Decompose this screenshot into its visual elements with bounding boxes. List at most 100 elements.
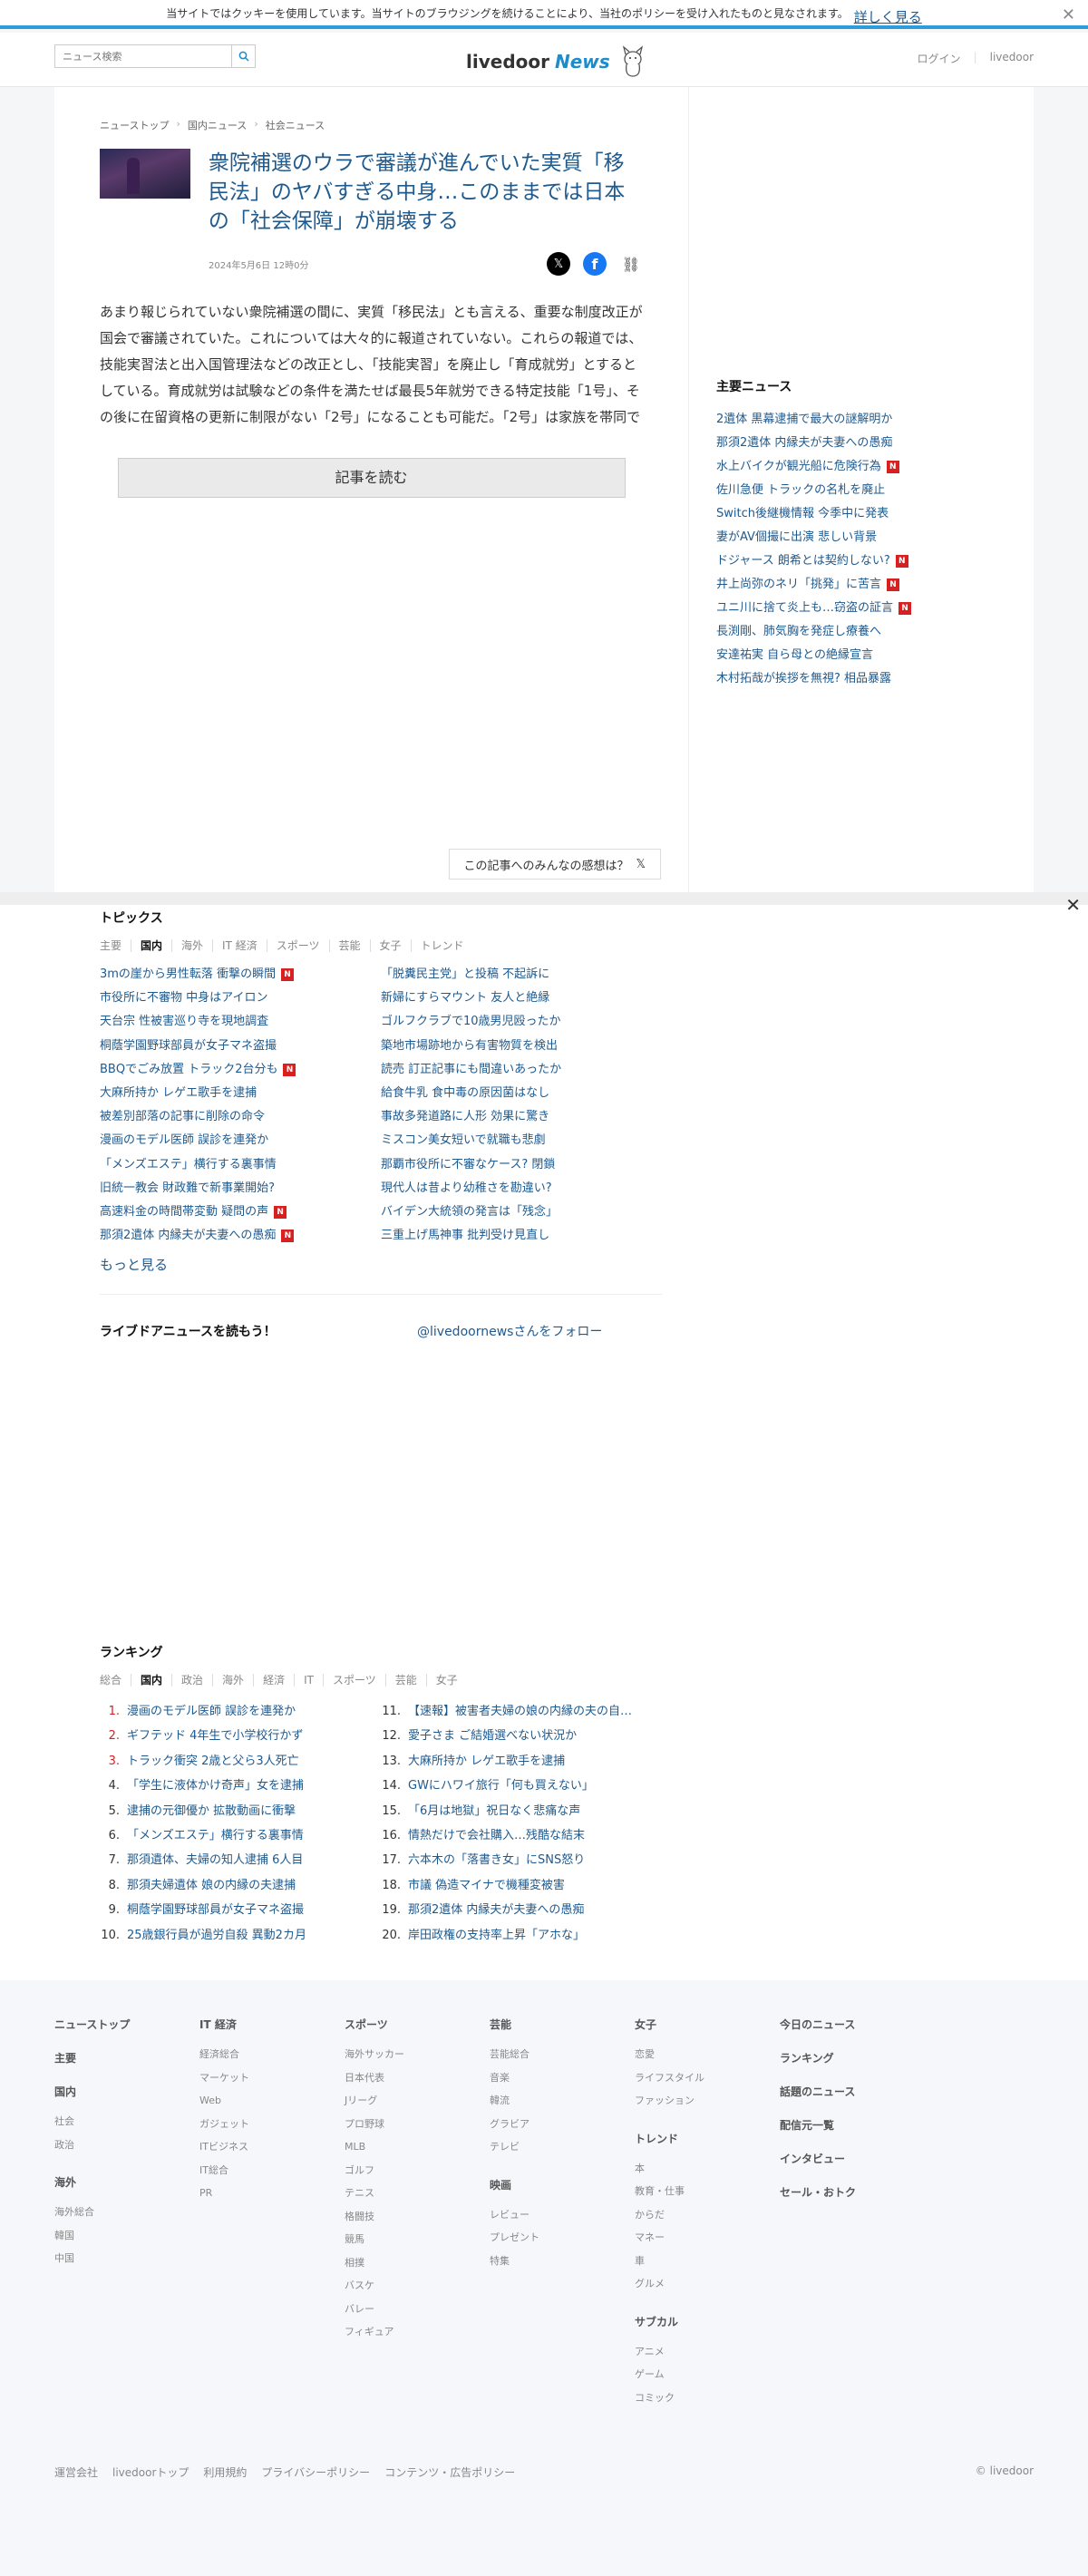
footer-link[interactable]: 日本代表 [345,2066,490,2090]
ranking-item[interactable]: 16. 情熱だけで会社購入…残酷な結末 [381,1823,662,1848]
footer-heading[interactable]: IT 経済 [199,2017,345,2032]
footer-link[interactable]: 相撲 [345,2251,490,2275]
topic-item[interactable]: 被差別部落の記事に削除の命令 [100,1105,381,1129]
ranking-item[interactable]: 12. 愛子さま ご結婚選べない状況か [381,1724,662,1748]
footer-link[interactable]: プレゼント [490,2226,635,2250]
footer-heading[interactable]: セール・おトク [780,2184,925,2200]
read-article-button[interactable]: 記事を読む [117,458,626,498]
ranking-item[interactable]: 18. 市議 偽造マイナで機種変被害 [381,1873,662,1898]
topic-item[interactable]: 「脱糞民主党」と投稿 不起訴に [381,963,662,987]
topic-item[interactable]: 給食牛乳 食中毒の原因菌はなし [381,1082,662,1105]
topics-tab[interactable]: 女子 [371,939,412,952]
side-news-item[interactable]: 安達祐実 自ら母との絶縁宣言 [716,644,1006,667]
link-copy-icon[interactable]: ⛓ [619,252,643,276]
footer-link[interactable]: 恋愛 [635,2043,780,2066]
side-news-item[interactable]: 井上尚弥のネリ「挑発」に苦言 N [716,573,1006,597]
search-icon[interactable] [231,45,255,67]
footer-link[interactable]: マーケット [199,2066,345,2090]
footer-heading[interactable]: 海外 [54,2174,199,2190]
footer-heading[interactable]: 主要 [54,2050,199,2066]
side-news-item[interactable]: Switch後継機情報 今季中に発表 [716,502,1006,526]
topic-item[interactable]: 那須2遺体 内縁夫が夫妻への愚痴 N [100,1224,381,1248]
footer-link[interactable]: レビュー [490,2203,635,2227]
topic-item[interactable]: 大麻所持か レゲエ歌手を逮捕 [100,1082,381,1105]
topic-item[interactable]: 桐蔭学園野球部員が女子マネ盗撮 [100,1035,381,1058]
ranking-item[interactable]: 20. 岸田政権の支持率上昇「アホな」 [381,1923,662,1948]
ranking-item[interactable]: 13. 大麻所持か レゲエ歌手を逮捕 [381,1749,662,1774]
footer-link[interactable]: ライフスタイル [635,2066,780,2090]
footer-heading[interactable]: 話題のニュース [780,2084,925,2099]
footer-bottom-link[interactable]: 利用規約 [203,2464,247,2480]
side-news-item[interactable]: 妻がAV個撮に出演 悲しい背景 [716,526,1006,549]
topics-tab[interactable]: スポーツ [267,939,330,952]
ranking-tab[interactable]: 芸能 [386,1674,427,1687]
footer-heading[interactable]: 映画 [490,2177,635,2192]
footer-link[interactable]: Jリーグ [345,2089,490,2113]
side-news-item[interactable]: 2遺体 黒幕逮捕で最大の謎解明か [716,408,1006,432]
topics-tab[interactable]: 国内 [131,939,173,952]
footer-link[interactable]: 中国 [54,2247,199,2270]
footer-heading[interactable]: サブカル [635,2314,780,2329]
x-share-icon[interactable]: 𝕏 [547,252,570,276]
footer-link[interactable]: グラビア [490,2113,635,2136]
close-icon[interactable]: ✕ [1062,5,1075,24]
topic-item[interactable]: バイデン大統領の発言は「残念」 [381,1201,662,1224]
ranking-item[interactable]: 1. 漫画のモデル医師 誤診を連発か [100,1699,381,1724]
livedoor-link[interactable]: livedoor [990,51,1034,66]
footer-link[interactable]: バレー [345,2298,490,2321]
footer-link[interactable]: グルメ [635,2272,780,2296]
ranking-item[interactable]: 5. 逮捕の元御優か 拡散動画に衝撃 [100,1799,381,1823]
ranking-tab[interactable]: 国内 [131,1674,173,1687]
footer-link[interactable]: ゴルフ [345,2159,490,2182]
topic-item[interactable]: 3mの崖から男性転落 衝撃の瞬間 N [100,963,381,987]
footer-link[interactable]: 海外総合 [54,2201,199,2224]
ranking-tab[interactable]: スポーツ [324,1674,386,1687]
footer-heading[interactable]: インタビュー [780,2151,925,2166]
ranking-item[interactable]: 15. 「6月は地獄」祝日なく悲痛な声 [381,1799,662,1823]
topic-item[interactable]: 三重上げ馬神事 批判受け見直し [381,1224,662,1248]
topic-item[interactable]: BBQでごみ放置 トラック2台分も N [100,1058,381,1082]
topic-item[interactable]: ミスコン美女短いで就職も悲劇 [381,1129,662,1152]
more-link[interactable]: もっと見る [100,1255,662,1274]
footer-link[interactable]: PR [199,2182,345,2205]
topics-tab[interactable]: 芸能 [330,939,371,952]
ranking-tab[interactable]: IT [295,1674,324,1687]
footer-link[interactable]: コミック [635,2386,780,2410]
footer-bottom-link[interactable]: プライバシーポリシー [261,2464,370,2480]
footer-link[interactable]: MLB [345,2135,490,2159]
side-news-item[interactable]: ユニ川に捨て炎上も…窃盗の証言 N [716,597,1006,620]
ranking-tab[interactable]: 女子 [427,1674,467,1687]
topic-item[interactable]: 旧統一教会 財政難で新事業開始? [100,1177,381,1201]
topics-tab[interactable]: IT 経済 [213,939,267,952]
footer-heading[interactable]: スポーツ [345,2017,490,2032]
topic-item[interactable]: 事故多発道路に人形 効果に驚き [381,1105,662,1129]
footer-link[interactable]: マネー [635,2226,780,2250]
footer-heading[interactable]: ランキング [780,2050,925,2066]
breadcrumb-item[interactable]: 社会ニュース [266,118,325,132]
ranking-item[interactable]: 2. ギフテッド 4年生で小学校行かず [100,1724,381,1748]
footer-link[interactable]: 韓国 [54,2224,199,2248]
side-news-item[interactable]: ドジャース 朗希とは契約しない? N [716,549,1006,573]
ranking-tab[interactable]: 総合 [100,1674,132,1687]
footer-link[interactable]: からだ [635,2203,780,2227]
search-input[interactable] [55,45,231,67]
topic-item[interactable]: 現代人は昔より幼稚さを勘違い? [381,1177,662,1201]
article-thumbnail[interactable] [100,149,190,199]
footer-link[interactable]: 競馬 [345,2228,490,2251]
article-title[interactable]: 衆院補選のウラで審議が進んでいた実質「移民法」のヤバすぎる中身…このままでは日本… [209,149,643,236]
topic-item[interactable]: 新婦にすらマウント 友人と絶縁 [381,987,662,1010]
footer-link[interactable]: ファッション [635,2089,780,2113]
ranking-item[interactable]: 7. 那須遺体、夫婦の知人逮捕 6人目 [100,1848,381,1872]
footer-heading[interactable]: 芸能 [490,2017,635,2032]
footer-heading[interactable]: トレンド [635,2131,780,2146]
footer-link[interactable]: バスケ [345,2274,490,2298]
footer-link[interactable]: 格闘技 [345,2205,490,2229]
footer-link[interactable]: 海外サッカー [345,2043,490,2066]
ranking-item[interactable]: 8. 那須夫婦遺体 娘の内縁の夫逮捕 [100,1873,381,1898]
footer-link[interactable]: 教育・仕事 [635,2180,780,2203]
footer-link[interactable]: 音楽 [490,2066,635,2090]
side-news-item[interactable]: 佐川急便 トラックの名札を廃止 [716,479,1006,502]
ranking-tab[interactable]: 経済 [254,1674,296,1687]
ranking-item[interactable]: 19. 那須2遺体 内縁夫が夫妻への愚痴 [381,1898,662,1922]
ranking-tab[interactable]: 政治 [172,1674,214,1687]
